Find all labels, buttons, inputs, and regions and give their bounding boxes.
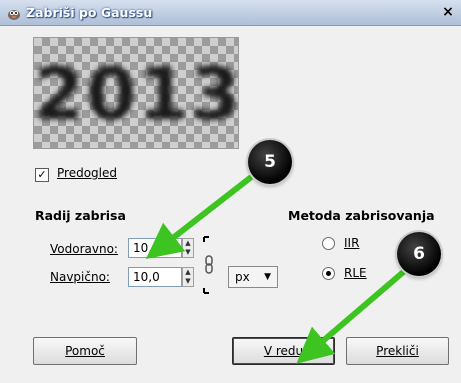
vertical-label-text: Navpično: (50, 270, 110, 284)
radio-iir[interactable] (322, 237, 335, 250)
preview-image: 2013 (33, 37, 239, 149)
ok-button-label: V redu (263, 344, 304, 358)
cancel-button[interactable]: Prekliči (346, 337, 449, 365)
preview-image-text: 2013 (34, 52, 239, 136)
blur-radius-heading: Radij zabrisa (35, 208, 126, 223)
radio-rle-text: RLE (344, 266, 367, 280)
stepper-up-icon[interactable]: ▲ (183, 239, 193, 248)
gimp-app-icon (8, 10, 20, 20)
horizontal-label: Vodoravno: (50, 242, 118, 256)
radio-iir-text: IIR (344, 236, 360, 250)
unit-value: px (235, 270, 250, 284)
stepper-up-icon[interactable]: ▲ (183, 268, 193, 277)
horizontal-stepper[interactable]: ▲ ▼ (182, 238, 194, 258)
vertical-input[interactable]: 10,0 (128, 267, 182, 287)
preview-label-text: Predogled (57, 166, 117, 180)
help-button-label: Pomoč (65, 344, 105, 358)
vertical-stepper[interactable]: ▲ ▼ (182, 267, 194, 287)
ok-button[interactable]: V redu (232, 337, 335, 365)
horizontal-label-text: Vodoravno: (50, 242, 118, 256)
unit-dropdown[interactable]: px ▼ (228, 266, 278, 288)
preview-checkbox[interactable]: ✓ (35, 168, 49, 182)
radio-iir-label[interactable]: IIR (344, 236, 359, 250)
annotation-badge-6: 6 (397, 232, 441, 276)
title-bar: Zabriši po Gaussu × (0, 0, 461, 26)
chevron-down-icon: ▼ (264, 272, 271, 282)
horizontal-input[interactable]: 10,0 (128, 238, 182, 258)
cancel-button-label: Prekliči (376, 344, 419, 358)
preview-checkbox-label[interactable]: Predogled (57, 166, 117, 180)
window-title: Zabriši po Gaussu (26, 5, 153, 20)
chain-link-icon[interactable] (203, 236, 215, 294)
vertical-label: Navpično: (50, 270, 110, 284)
close-icon[interactable]: × (441, 4, 455, 20)
stepper-down-icon[interactable]: ▼ (183, 248, 193, 257)
radio-rle[interactable] (322, 267, 335, 280)
stepper-down-icon[interactable]: ▼ (183, 277, 193, 286)
annotation-badge-5: 5 (248, 140, 292, 184)
help-button[interactable]: Pomoč (33, 337, 137, 365)
blur-method-heading: Metoda zabrisovanja (288, 208, 435, 223)
radio-rle-label[interactable]: RLE (344, 266, 367, 280)
